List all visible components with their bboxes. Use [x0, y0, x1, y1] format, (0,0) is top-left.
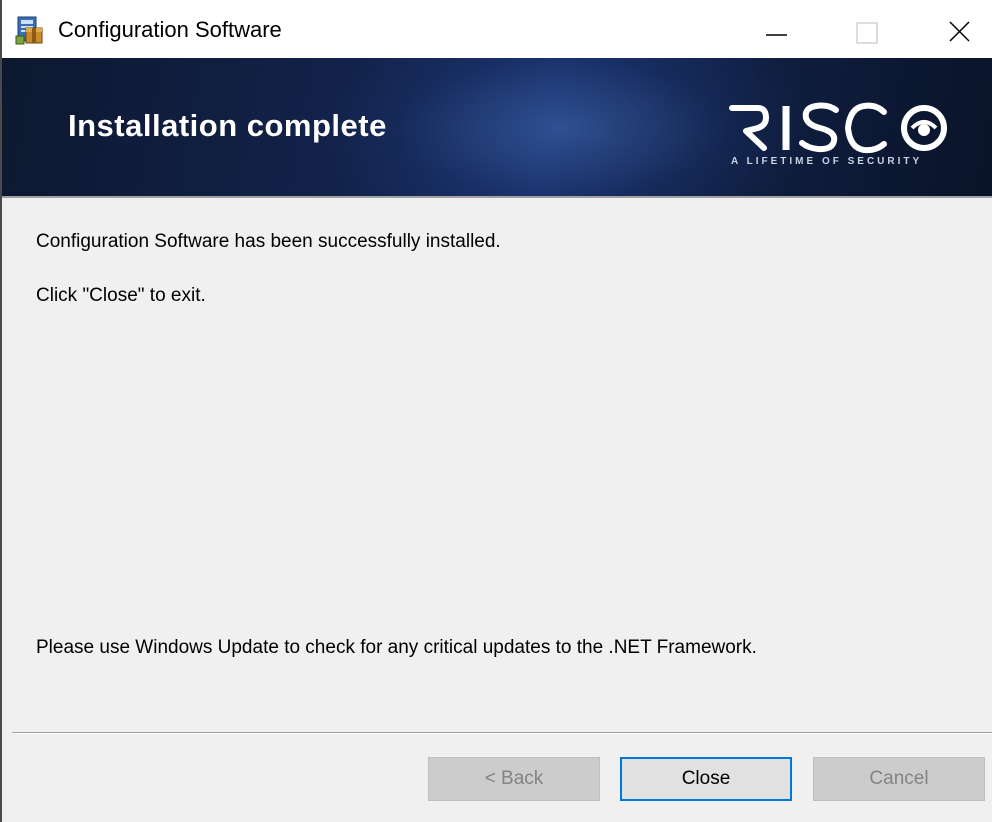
risco-logo — [724, 92, 974, 182]
installer-package-icon — [14, 14, 46, 46]
dotnet-update-notice: Please use Windows Update to check for a… — [36, 637, 757, 658]
maximize-button[interactable] — [832, 0, 902, 58]
header-banner: Installation complete A LIFETIME OF SECU… — [2, 58, 992, 196]
maximize-icon — [856, 22, 878, 44]
installer-window: Configuration Software Installation comp… — [0, 0, 992, 822]
exit-instruction: Click "Close" to exit. — [36, 285, 206, 306]
back-button[interactable]: < Back — [428, 757, 600, 801]
success-message: Configuration Software has been successf… — [36, 231, 501, 252]
logo-tagline: A LIFETIME OF SECURITY — [731, 156, 923, 167]
footer-divider-highlight — [12, 733, 992, 734]
minimize-button[interactable] — [745, 0, 815, 58]
close-icon — [949, 21, 970, 42]
window-title: Configuration Software — [58, 17, 282, 42]
banner-heading: Installation complete — [68, 108, 387, 143]
cancel-button[interactable]: Cancel — [813, 757, 985, 801]
minimize-icon — [766, 34, 787, 36]
close-button[interactable]: Close — [620, 757, 792, 801]
title-bar[interactable]: Configuration Software — [2, 0, 992, 58]
close-window-button[interactable] — [922, 0, 992, 58]
banner-divider — [2, 196, 992, 198]
